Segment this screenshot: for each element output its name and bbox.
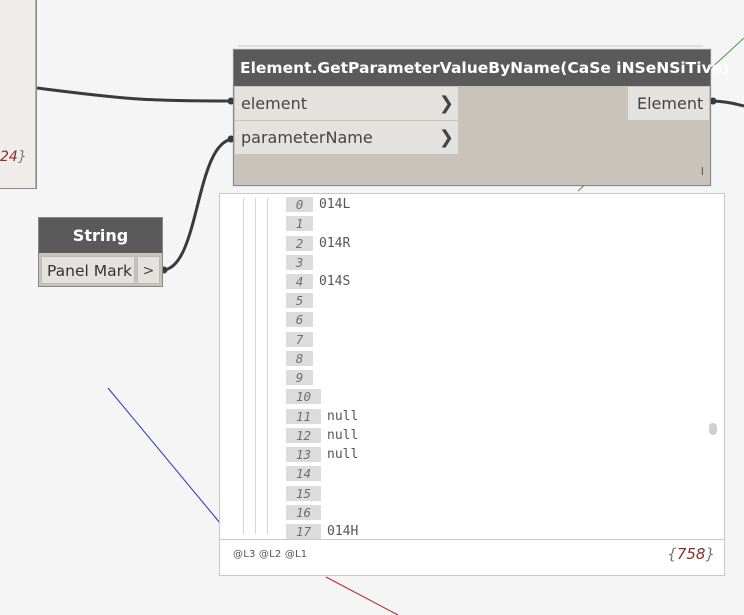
output-port-label: Element xyxy=(637,94,704,113)
scrollbar-thumb[interactable] xyxy=(709,423,717,435)
input-port-parameter-name[interactable]: parameterName ❯ xyxy=(235,121,458,154)
list-item-value: null xyxy=(327,447,359,463)
list-item-value: null xyxy=(327,427,359,443)
list-item-index: 2 xyxy=(286,235,313,251)
string-value[interactable]: Panel Mark xyxy=(41,256,135,284)
list-item-index: 4 xyxy=(286,274,313,289)
list-item-value: 014S xyxy=(319,274,351,289)
list-item-index: 0 xyxy=(286,197,313,212)
preview-bubble[interactable]: 0 014L 1 2 014R 3 4 014S 5 6 7 8 9 10 11 null 12 null 13 nu… xyxy=(219,193,725,576)
output-port-element[interactable]: Element xyxy=(628,87,709,120)
list-item-index: 1 xyxy=(286,216,313,232)
list-item-index: 12 xyxy=(286,427,321,443)
wire-element xyxy=(36,86,234,103)
upstream-item-count: 24} xyxy=(0,149,27,165)
list-item-index: 10 xyxy=(286,389,321,405)
input-port-label: parameterName xyxy=(241,128,373,147)
list-item-index: 16 xyxy=(286,504,321,520)
partial-upstream-node[interactable]: 24} xyxy=(0,0,37,189)
list-levels[interactable]: @L3 @L2 @L1 xyxy=(233,549,307,560)
input-port-element[interactable]: element ❯ xyxy=(235,87,458,120)
chevron-right-icon: ❯ xyxy=(438,127,454,148)
list-item-value: null xyxy=(327,408,359,424)
list-item-index: 6 xyxy=(286,312,313,328)
list-item-index: 13 xyxy=(286,447,321,463)
list-item-index: 17 xyxy=(286,524,321,540)
get-parameter-value-node[interactable]: Element.GetParameterValueByName(CaSe iNS… xyxy=(233,49,729,186)
axis-line-red xyxy=(325,576,399,615)
tree-guide-line xyxy=(267,198,268,534)
list-item-index: 11 xyxy=(286,408,321,424)
tree-guide-line xyxy=(243,198,244,534)
lacing-indicator[interactable]: I xyxy=(701,165,704,178)
list-item-index: 15 xyxy=(286,485,321,501)
list-item-value: 014R xyxy=(319,235,351,251)
node-title[interactable]: Element.GetParameterValueByName(CaSe iNS… xyxy=(234,50,729,86)
list-item-index: 8 xyxy=(286,350,313,366)
string-node[interactable]: String Panel Mark > xyxy=(38,217,163,287)
tree-guide-line xyxy=(255,198,256,534)
list-item-value: 014H xyxy=(327,524,359,540)
preview-footer: @L3 @L2 @L1 {758} xyxy=(220,539,724,575)
string-node-title[interactable]: String xyxy=(39,218,162,253)
list-item-index: 9 xyxy=(286,370,313,386)
input-port-label: element xyxy=(241,94,307,113)
list-item-index: 7 xyxy=(286,331,313,347)
list-item-index: 5 xyxy=(286,293,313,309)
list-item-index: 14 xyxy=(286,466,321,482)
list-item-index: 3 xyxy=(286,254,313,270)
list-item-value: 014L xyxy=(319,197,351,212)
item-count: {758} xyxy=(667,545,715,563)
chevron-right-icon: ❯ xyxy=(438,93,454,114)
string-output-port[interactable]: > xyxy=(137,256,160,284)
axis-line-blue xyxy=(107,387,221,524)
